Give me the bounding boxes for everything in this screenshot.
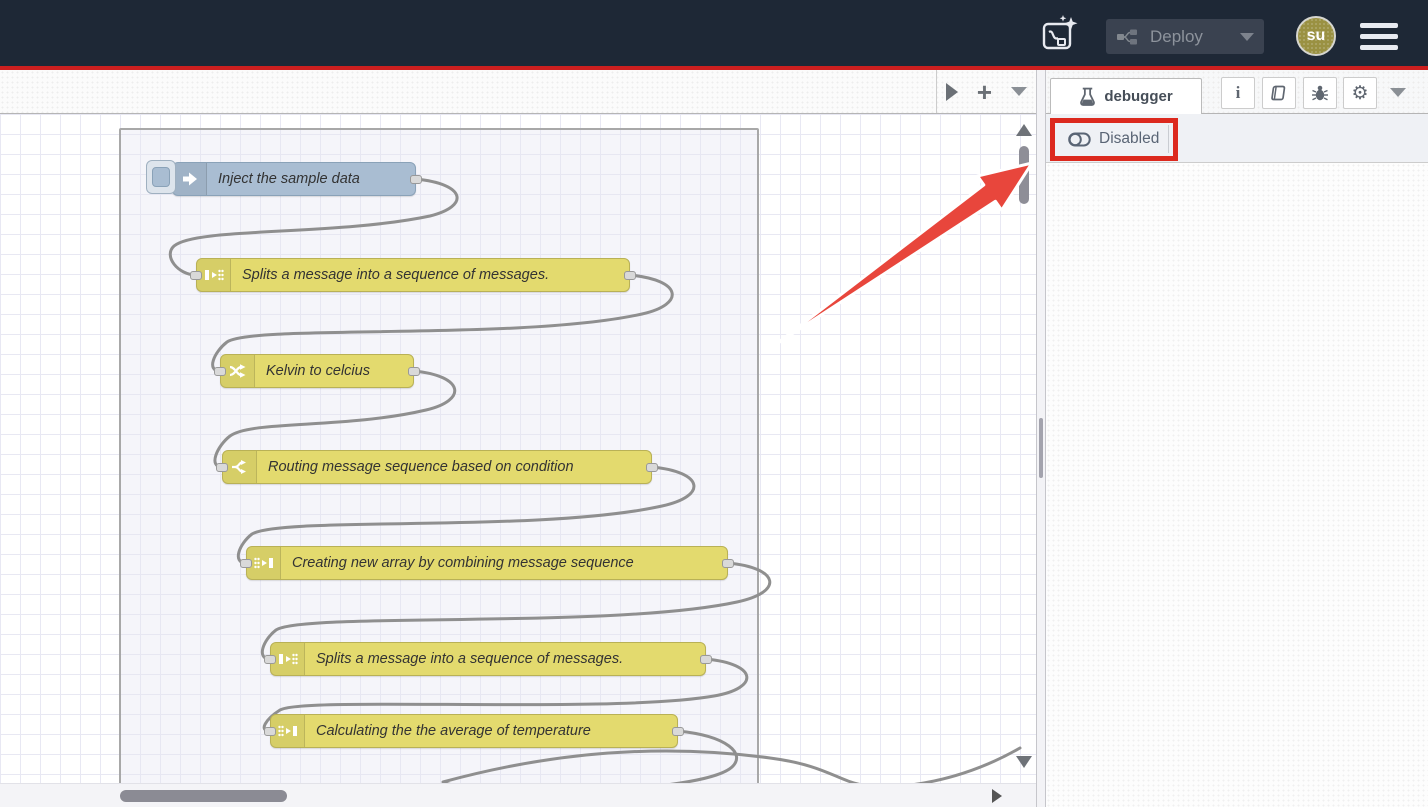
- vertical-scrollbar-thumb[interactable]: [1019, 146, 1029, 204]
- input-port[interactable]: [264, 655, 276, 664]
- inject-trigger-inner: [152, 167, 170, 187]
- tab-debugger[interactable]: debugger: [1050, 78, 1202, 114]
- inject-icon: [173, 163, 207, 195]
- node-label: Inject the sample data: [207, 163, 372, 195]
- book-icon: [1270, 84, 1288, 102]
- sidebar-tab-label: debugger: [1104, 88, 1172, 105]
- change-icon: [221, 355, 255, 387]
- bug-icon: [1311, 84, 1329, 102]
- sidebar-menu-button[interactable]: [1390, 88, 1406, 97]
- user-avatar[interactable]: su: [1296, 16, 1336, 56]
- flow-canvas[interactable]: Inject the sample data Splits a message …: [0, 114, 1036, 783]
- input-port[interactable]: [190, 271, 202, 280]
- node-split[interactable]: Splits a message into a sequence of mess…: [270, 642, 706, 676]
- deploy-button[interactable]: Deploy: [1106, 19, 1264, 54]
- node-label: Splits a message into a sequence of mess…: [305, 643, 635, 675]
- deploy-label: Deploy: [1150, 27, 1203, 47]
- debug-button[interactable]: [1303, 77, 1337, 109]
- config-button[interactable]: ⚙: [1343, 77, 1377, 109]
- gear-icon: ⚙: [1351, 84, 1368, 103]
- ai-flow-button[interactable]: [1040, 14, 1080, 54]
- node-red-app: Deploy su +: [0, 0, 1428, 807]
- output-port[interactable]: [700, 655, 712, 664]
- deploy-icon: [1116, 29, 1138, 45]
- sidebar: debugger i ⚙: [1046, 70, 1428, 807]
- node-label: Kelvin to celcius: [255, 355, 382, 387]
- join-icon: [271, 715, 305, 747]
- split-icon: [197, 259, 231, 291]
- node-inject[interactable]: Inject the sample data: [172, 162, 416, 196]
- hamburger-icon: [1360, 23, 1398, 28]
- ai-flow-icon: [1040, 14, 1080, 54]
- flow-tabbar: +: [0, 70, 1036, 114]
- output-port[interactable]: [672, 727, 684, 736]
- node-label: Calculating the the average of temperatu…: [305, 715, 603, 747]
- output-port[interactable]: [410, 175, 422, 184]
- node-label: Creating new array by combining message …: [281, 547, 646, 579]
- node-split[interactable]: Splits a message into a sequence of mess…: [196, 258, 630, 292]
- switch-icon: [223, 451, 257, 483]
- app-header: Deploy su: [0, 0, 1428, 66]
- sidebar-splitter[interactable]: [1036, 70, 1046, 807]
- debugger-disabled-toggle[interactable]: Disabled: [1068, 126, 1159, 152]
- output-port[interactable]: [646, 463, 658, 472]
- help-button[interactable]: [1262, 77, 1296, 109]
- deploy-caret-icon[interactable]: [1240, 33, 1254, 41]
- node-label: Routing message sequence based on condit…: [257, 451, 586, 483]
- output-port[interactable]: [408, 367, 420, 376]
- node-label: Splits a message into a sequence of mess…: [231, 259, 561, 291]
- sidebar-tabbar: debugger i ⚙: [1046, 70, 1428, 114]
- debug-message-pane: [1046, 163, 1428, 807]
- node-join[interactable]: Calculating the the average of temperatu…: [270, 714, 678, 748]
- debug-toolbar: Disabled: [1046, 114, 1428, 163]
- info-icon: i: [1236, 83, 1241, 103]
- output-port[interactable]: [624, 271, 636, 280]
- hamburger-icon: [1360, 34, 1398, 39]
- toolbar-separator: [1168, 125, 1169, 153]
- input-port[interactable]: [214, 367, 226, 376]
- splitter-handle[interactable]: [1039, 418, 1043, 478]
- node-switch[interactable]: Routing message sequence based on condit…: [222, 450, 652, 484]
- horizontal-scrollbar-thumb[interactable]: [120, 790, 287, 802]
- info-button[interactable]: i: [1221, 77, 1255, 109]
- inject-trigger-button[interactable]: [146, 160, 176, 194]
- join-icon: [247, 547, 281, 579]
- node-join[interactable]: Creating new array by combining message …: [246, 546, 728, 580]
- add-flow-button[interactable]: +: [977, 82, 992, 102]
- hamburger-icon: [1360, 45, 1398, 50]
- node-change[interactable]: Kelvin to celcius: [220, 354, 414, 388]
- flask-icon: [1079, 87, 1096, 106]
- avatar-initials: su: [1307, 27, 1326, 45]
- disabled-label: Disabled: [1099, 130, 1159, 148]
- output-port[interactable]: [722, 559, 734, 568]
- input-port[interactable]: [264, 727, 276, 736]
- flow-list-icon[interactable]: [1011, 87, 1027, 96]
- input-port[interactable]: [216, 463, 228, 472]
- main-menu-button[interactable]: [1360, 23, 1398, 50]
- input-port[interactable]: [240, 559, 252, 568]
- scroll-up-icon[interactable]: [1016, 124, 1032, 136]
- scroll-right-icon[interactable]: [992, 789, 1002, 803]
- split-icon: [271, 643, 305, 675]
- flow-tabbar-buttons: +: [936, 70, 1036, 113]
- tab-scroll-right-icon[interactable]: [946, 83, 958, 101]
- scroll-down-icon[interactable]: [1016, 756, 1032, 768]
- horizontal-scrollbar: [0, 783, 1036, 807]
- toggle-off-icon: [1068, 132, 1091, 147]
